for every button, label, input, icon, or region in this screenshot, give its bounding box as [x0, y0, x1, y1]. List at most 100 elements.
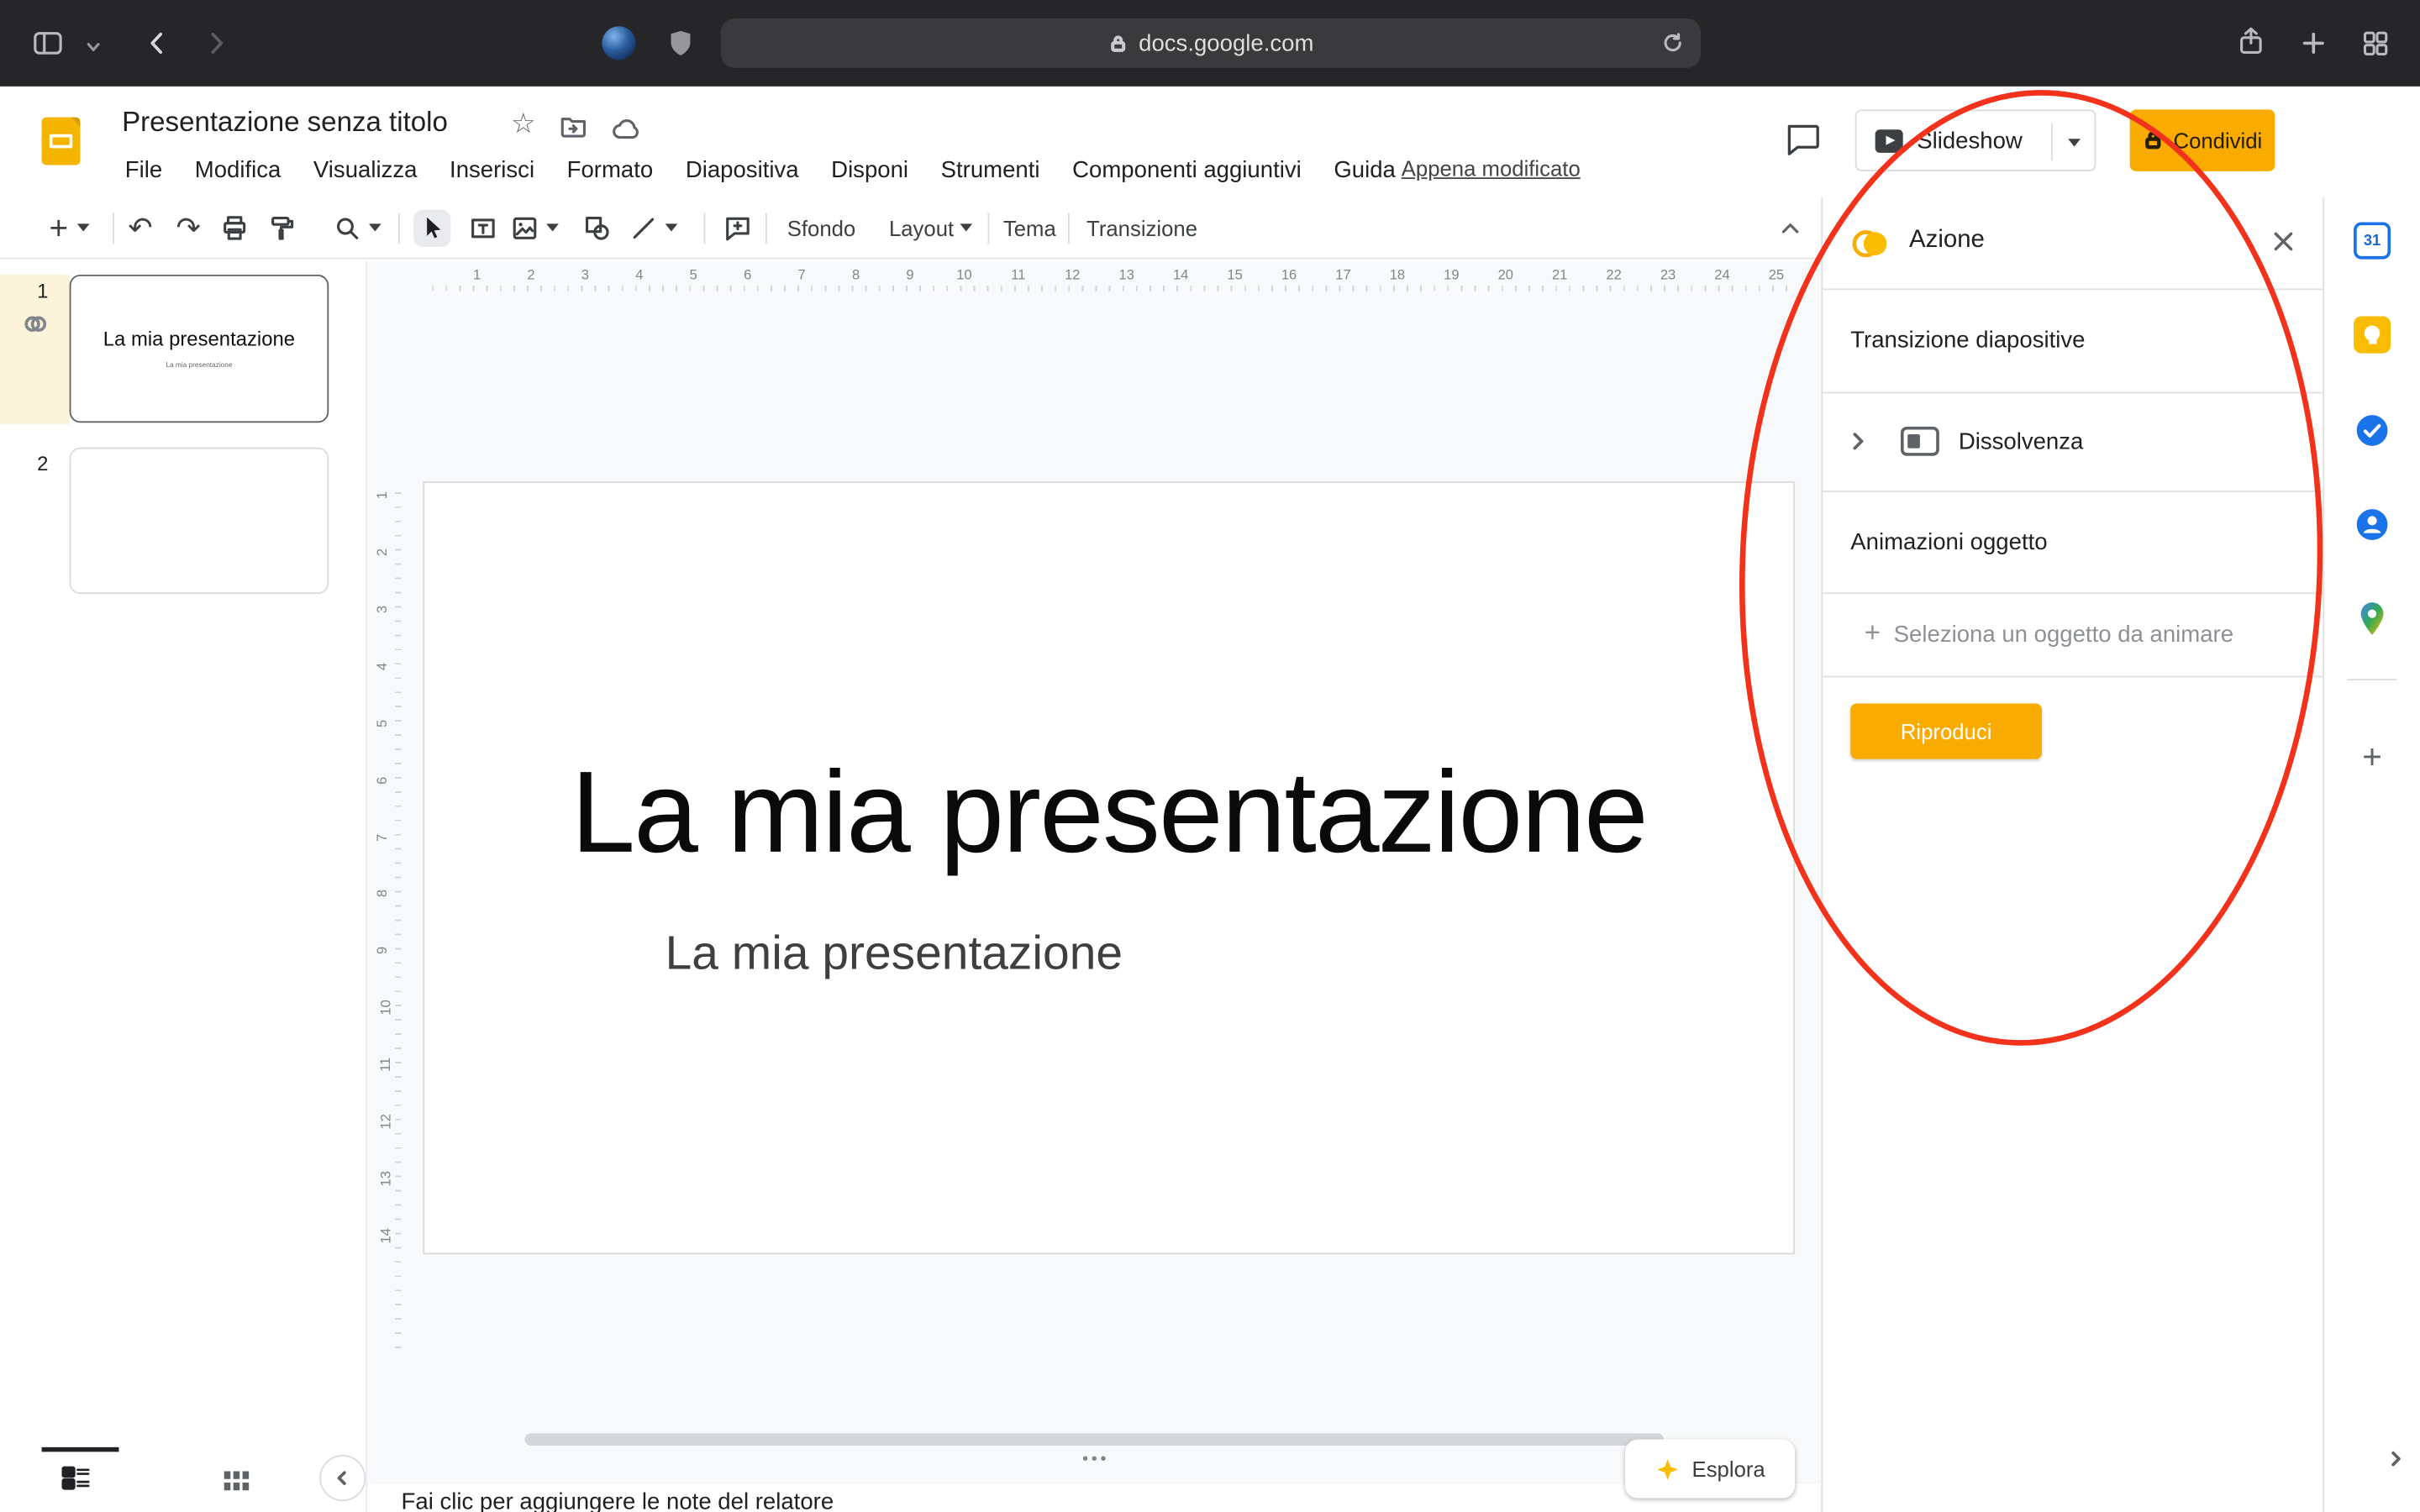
collapse-toolbar-icon[interactable]: [1772, 210, 1809, 247]
insert-comment-icon[interactable]: [719, 210, 756, 247]
ruler-v-number: 10: [378, 1000, 393, 1016]
print-icon[interactable]: [216, 210, 253, 247]
share-page-icon[interactable]: [2235, 24, 2268, 68]
undo-icon[interactable]: ↶: [122, 210, 159, 247]
insert-image-icon[interactable]: [506, 210, 543, 247]
explore-button[interactable]: Esplora: [1625, 1440, 1795, 1499]
forward-icon[interactable]: [201, 28, 232, 66]
maps-icon[interactable]: [2355, 600, 2389, 644]
filmstrip-view-icon[interactable]: [59, 1461, 92, 1503]
ruler-h-number: 23: [1660, 267, 1676, 282]
layout-button[interactable]: Layout: [889, 216, 954, 240]
zoom-dropdown-icon[interactable]: [369, 223, 381, 231]
cloud-status-icon[interactable]: [611, 116, 644, 150]
close-panel-icon[interactable]: [2270, 228, 2296, 262]
background-button[interactable]: Sfondo: [787, 216, 856, 240]
menu-item-visualizza[interactable]: Visualizza: [313, 156, 418, 182]
image-dropdown-icon[interactable]: [546, 223, 559, 231]
select-object-to-animate[interactable]: Seleziona un oggetto da animare: [1894, 622, 2233, 648]
theme-button[interactable]: Tema: [1003, 216, 1056, 240]
present-icon: [1876, 129, 1903, 152]
line-dropdown-icon[interactable]: [666, 223, 678, 231]
insert-line-icon[interactable]: [625, 210, 662, 247]
ruler-horizontal: 1234567891011121314151617181920212223242…: [404, 260, 1821, 294]
slideshow-button[interactable]: Slideshow: [1855, 109, 2096, 171]
tasks-icon[interactable]: [2354, 412, 2391, 456]
ruler-v-number: 7: [374, 833, 389, 841]
layout-dropdown-icon[interactable]: [960, 223, 972, 231]
move-folder-icon[interactable]: [559, 111, 588, 148]
ruler-h-number: 2: [527, 267, 534, 282]
collapse-filmstrip-button[interactable]: [319, 1455, 366, 1501]
slide-transition-section-label[interactable]: Transizione diapositive: [1850, 327, 2085, 353]
star-icon[interactable]: ☆: [511, 109, 536, 137]
slides-logo[interactable]: [42, 118, 81, 165]
ruler-h-number: 21: [1552, 267, 1567, 282]
transition-button[interactable]: Transizione: [1086, 216, 1197, 240]
slide-1-thumbnail[interactable]: La mia presentazione La mia presentazion…: [70, 275, 329, 423]
privacy-shield-icon[interactable]: [666, 26, 697, 68]
slideshow-label: Slideshow: [1917, 128, 2023, 154]
panel-divider: [1823, 675, 2323, 677]
add-addon-icon[interactable]: +: [2362, 741, 2382, 774]
motion-panel-title: Azione: [1909, 227, 1985, 255]
text-box-icon[interactable]: [465, 210, 502, 247]
ruler-v-number: 12: [378, 1114, 393, 1129]
menu-item-strumenti[interactable]: Strumenti: [941, 156, 1040, 182]
document-title[interactable]: Presentazione senza titolo: [122, 107, 448, 139]
menu-item-inserisci[interactable]: Inserisci: [450, 156, 534, 182]
contacts-icon[interactable]: [2354, 506, 2391, 550]
expand-rail-icon[interactable]: [2385, 1447, 2408, 1478]
menu-item-formato[interactable]: Formato: [567, 156, 654, 182]
reload-icon[interactable]: [1660, 31, 1684, 62]
slide-2-thumbnail[interactable]: [70, 448, 329, 594]
url-text: docs.google.com: [1139, 30, 1313, 56]
filmstrip: 1 La mia presentazione La mia presentazi…: [0, 260, 367, 1512]
extension-orb-icon[interactable]: [602, 26, 635, 60]
browser-toolbar: docs.google.com: [0, 0, 2420, 87]
last-modified-link[interactable]: Appena modificato: [1402, 156, 1581, 181]
keep-icon[interactable]: [2354, 317, 2391, 354]
notes-resize-handle[interactable]: •••: [1057, 1451, 1134, 1469]
ruler-h-number: 5: [690, 267, 697, 282]
select-tool-icon[interactable]: [413, 210, 450, 247]
menu-item-disponi[interactable]: Disponi: [831, 156, 908, 182]
redo-icon[interactable]: ↷: [170, 210, 207, 247]
new-tab-icon[interactable]: [2298, 28, 2329, 66]
slide-title-text[interactable]: La mia presentazione: [424, 745, 1793, 878]
insert-slide-button[interactable]: +: [40, 210, 77, 247]
slide-subtitle-text[interactable]: La mia presentazione: [666, 926, 1123, 981]
comment-history-icon[interactable]: [1782, 118, 1823, 166]
grid-view-icon[interactable]: [219, 1464, 253, 1506]
play-button[interactable]: Riproduci: [1850, 704, 2042, 759]
paint-format-icon[interactable]: [264, 210, 301, 247]
add-animation-plus-icon[interactable]: +: [1865, 617, 1881, 650]
share-button[interactable]: Condividi: [2130, 109, 2275, 171]
back-icon[interactable]: [142, 28, 173, 66]
expand-transition-chevron-icon[interactable]: [1844, 428, 1872, 463]
calendar-icon[interactable]: 31: [2354, 222, 2391, 259]
panel-divider: [1823, 592, 2323, 594]
horizontal-scrollbar[interactable]: [524, 1433, 1664, 1446]
ruler-h-number: 9: [906, 267, 913, 282]
address-bar[interactable]: docs.google.com: [721, 18, 1701, 68]
menu-item-diapositiva[interactable]: Diapositiva: [686, 156, 799, 182]
insert-slide-dropdown-icon[interactable]: [77, 223, 90, 231]
ruler-h-number: 24: [1714, 267, 1729, 282]
sidebar-toggle-icon[interactable]: [31, 26, 65, 68]
tab-overview-icon[interactable]: [2360, 28, 2391, 66]
insert-shape-icon[interactable]: [579, 210, 616, 247]
thumbnail-title: La mia presentazione: [71, 327, 327, 350]
speaker-notes-placeholder[interactable]: Fai clic per aggiungere le note del rela…: [402, 1488, 834, 1512]
menu-item-file[interactable]: File: [125, 156, 162, 182]
toolbar-divider: [765, 213, 767, 244]
sidebar-chevron-down-icon[interactable]: [85, 35, 102, 63]
object-animations-section-label[interactable]: Animazioni oggetto: [1850, 529, 2047, 555]
slideshow-dropdown-icon[interactable]: [2068, 139, 2081, 146]
menu-item-modifica[interactable]: Modifica: [195, 156, 281, 182]
menu-item-guida[interactable]: Guida: [1334, 156, 1396, 182]
transition-value[interactable]: Dissolvenza: [1959, 429, 2084, 455]
zoom-icon[interactable]: [329, 210, 366, 247]
slide-editor[interactable]: La mia presentazione La mia presentazion…: [423, 481, 1795, 1254]
menu-item-componenti-aggiuntivi[interactable]: Componenti aggiuntivi: [1072, 156, 1302, 182]
